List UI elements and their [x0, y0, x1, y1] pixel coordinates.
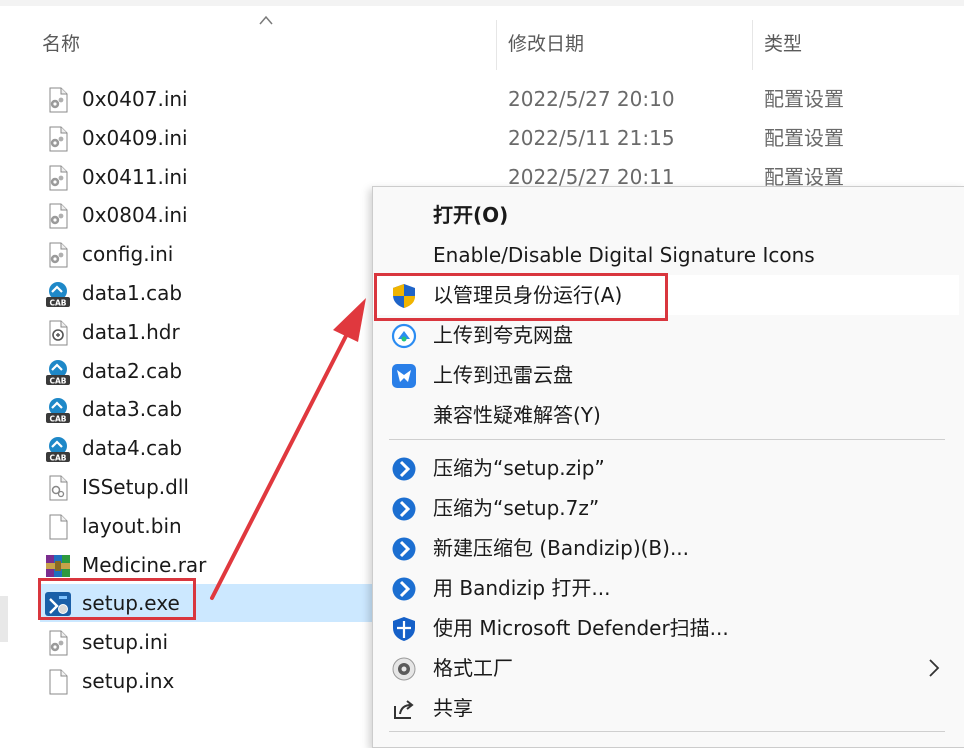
menu-item-text-1[interactable]: Enable/Disable Digital Signature Icons: [373, 235, 959, 275]
file-name: ISSetup.dll: [82, 475, 189, 499]
menu-item-format-factory-12[interactable]: 格式工厂: [373, 648, 959, 688]
column-header-date-modified[interactable]: 修改日期: [508, 30, 584, 62]
menu-item-bandizip-7[interactable]: 压缩为“setup.zip”: [373, 448, 959, 488]
file-date-modified: 2022/5/11 21:15: [508, 125, 675, 150]
menu-item-label: 上传到迅雷云盘: [433, 363, 573, 387]
ini-config-icon: [44, 87, 72, 113]
column-divider[interactable]: [496, 20, 497, 70]
ini-config-icon: [44, 203, 72, 229]
menu-item-label: 共享: [433, 696, 473, 720]
file-row[interactable]: 0x0407.ini 2022/5/27 20:10 配置设置: [40, 80, 844, 118]
menu-item-bandizip-8[interactable]: 压缩为“setup.7z”: [373, 488, 959, 528]
hdr-file-icon: [44, 320, 72, 346]
cab-archive-icon: CAB: [44, 281, 72, 308]
menu-item-label: 格式工厂: [433, 656, 513, 680]
blank-file-icon: [44, 669, 72, 695]
menu-item-defender-shield-11[interactable]: 使用 Microsoft Defender扫描...: [373, 608, 959, 648]
cab-archive-icon: CAB: [44, 359, 72, 385]
menu-item-label: 上传到夸克网盘: [433, 323, 573, 347]
menu-item-bandizip-9[interactable]: 新建压缩包 (Bandizip)(B)...: [373, 528, 959, 568]
annotation-highlight-run-as-admin: [374, 273, 668, 321]
cab-archive-icon: CAB: [44, 436, 72, 463]
share-icon: [391, 696, 417, 722]
menu-item-label: 兼容性疑难解答(Y): [433, 403, 601, 427]
menu-item-text-5[interactable]: 兼容性疑难解答(Y): [373, 395, 959, 435]
file-row[interactable]: 0x0409.ini 2022/5/11 21:15 配置设置: [40, 119, 844, 157]
svg-text:CAB: CAB: [49, 376, 66, 385]
menu-separator: [389, 439, 945, 440]
quark-cloud-icon: [391, 323, 417, 349]
menu-item-xunlei-cloud-4[interactable]: 上传到迅雷云盘: [373, 355, 959, 395]
svg-text:CAB: CAB: [49, 415, 66, 424]
menu-item-quark-cloud-3[interactable]: 上传到夸克网盘: [373, 315, 959, 355]
menu-item-label: 新建压缩包 (Bandizip)(B)...: [433, 536, 690, 560]
bandizip-icon: [391, 496, 417, 522]
format-factory-icon: [391, 656, 417, 682]
ini-config-icon: [44, 165, 72, 191]
menu-item-label: 打开(O): [433, 203, 509, 227]
cab-archive-icon: CAB: [44, 397, 72, 424]
ini-config-icon: [44, 242, 72, 268]
column-divider[interactable]: [752, 20, 753, 70]
column-header-name[interactable]: 名称: [42, 30, 80, 62]
file-date-modified: 2022/5/27 20:10: [508, 87, 675, 111]
bandizip-icon: [391, 456, 417, 482]
chevron-right-icon: [929, 659, 940, 677]
ini-config-icon: [44, 630, 72, 656]
svg-text:CAB: CAB: [49, 299, 66, 308]
blank-file-icon: [44, 514, 72, 540]
top-divider: [0, 0, 964, 6]
file-type: 配置设置: [764, 87, 844, 111]
menu-item-label: 压缩为“setup.zip”: [433, 456, 605, 480]
file-name: setup.inx: [82, 669, 175, 693]
column-header-type[interactable]: 类型: [764, 30, 802, 62]
dll-file-icon: [44, 475, 72, 501]
file-name: data1.hdr: [82, 319, 180, 344]
defender-shield-icon: [391, 616, 417, 642]
file-type: 配置设置: [764, 125, 844, 150]
context-menu: 打开(O) Enable/Disable Digital Signature Ic…: [372, 186, 964, 748]
menu-item-label: 压缩为“setup.7z”: [433, 496, 600, 520]
bandizip-icon: [391, 576, 417, 602]
annotation-highlight-setup-exe: [38, 578, 196, 620]
file-name: data1.cab: [82, 281, 183, 305]
menu-item-label: Enable/Disable Digital Signature Icons: [433, 243, 815, 267]
navigation-pane-edge: [0, 596, 8, 642]
file-name: data3.cab: [82, 397, 183, 422]
file-name: 0x0411.ini: [82, 164, 188, 189]
file-name: config.ini: [82, 242, 174, 267]
file-name: layout.bin: [82, 513, 182, 538]
file-name: data2.cab: [82, 358, 183, 383]
menu-item-label: 使用 Microsoft Defender扫描...: [433, 616, 729, 640]
file-name: setup.ini: [82, 630, 169, 655]
file-name: 0x0804.ini: [82, 203, 188, 228]
ini-config-icon: [44, 126, 72, 152]
file-name: 0x0409.ini: [82, 125, 188, 150]
sort-ascending-icon[interactable]: [258, 14, 274, 26]
menu-item-share-13[interactable]: 共享: [373, 688, 959, 728]
file-name: 0x0407.ini: [82, 87, 188, 111]
menu-item-label: 用 Bandizip 打开...: [433, 576, 611, 600]
menu-separator: [389, 731, 945, 732]
bandizip-icon: [391, 536, 417, 562]
menu-item-text-0[interactable]: 打开(O): [373, 195, 959, 235]
file-name: data4.cab: [82, 436, 183, 461]
svg-text:CAB: CAB: [49, 454, 66, 463]
rar-archive-icon: [44, 553, 72, 579]
xunlei-cloud-icon: [391, 363, 417, 389]
menu-item-bandizip-10[interactable]: 用 Bandizip 打开...: [373, 568, 959, 608]
